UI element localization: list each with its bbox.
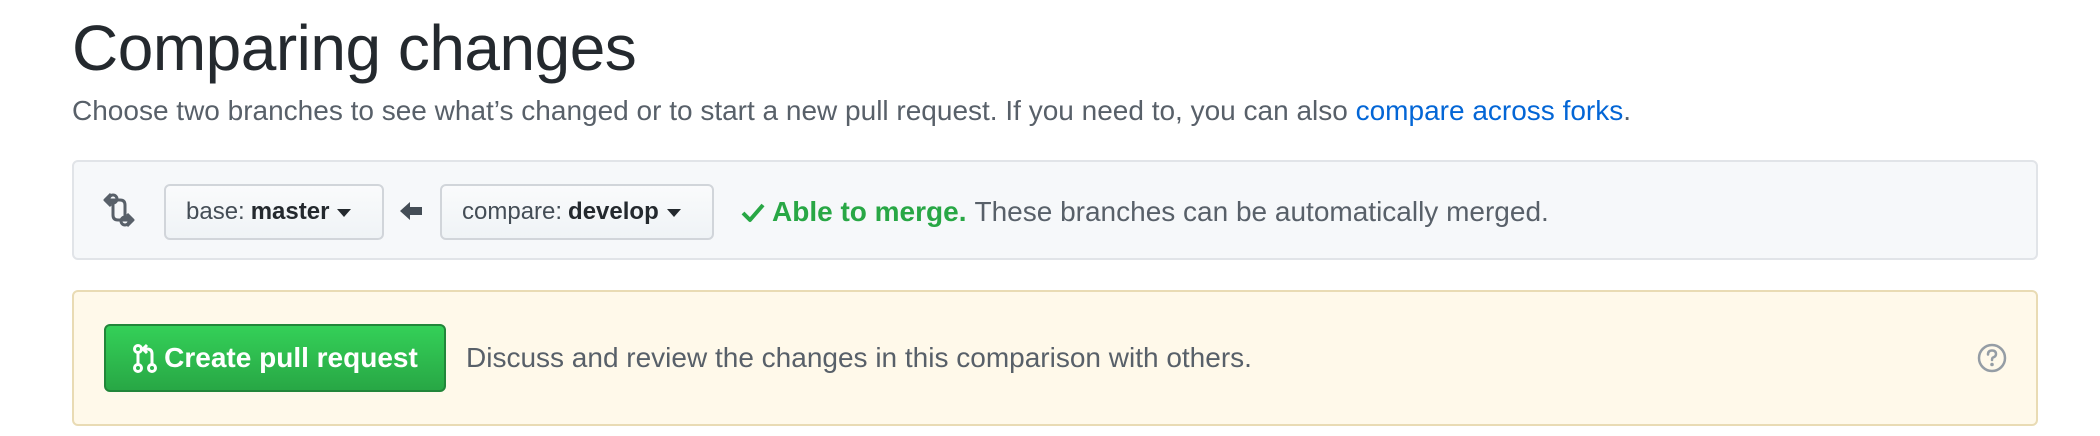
- caret-down-icon: [666, 209, 681, 217]
- git-pull-request-icon: [133, 343, 158, 373]
- compare-branch-select[interactable]: compare: develop: [440, 184, 714, 240]
- compare-branch-name: develop: [568, 198, 659, 225]
- compare-across-forks-link[interactable]: compare across forks: [1356, 95, 1624, 126]
- arrow-left-icon: [400, 202, 422, 220]
- subtitle-text: Choose two branches to see what’s change…: [72, 95, 1356, 126]
- check-icon: [741, 203, 765, 222]
- base-branch-prefix: base:: [186, 198, 245, 225]
- merge-status-ok: Able to merge.: [772, 196, 967, 227]
- caret-down-icon: [337, 209, 352, 217]
- page-subtitle: Choose two branches to see what’s change…: [72, 91, 1631, 131]
- git-compare-icon: [103, 192, 135, 228]
- merge-status: Able to merge. These branches can be aut…: [740, 190, 1549, 234]
- compare-page: Comparing changes Choose two branches to…: [0, 0, 2100, 436]
- create-pull-request-button[interactable]: Create pull request: [104, 324, 446, 392]
- pr-description: Discuss and review the changes in this c…: [466, 342, 1252, 373]
- merge-status-detail: These branches can be automatically merg…: [974, 196, 1549, 227]
- base-branch-select[interactable]: base: master: [164, 184, 384, 240]
- page-title: Comparing changes: [72, 12, 637, 84]
- range-editor: base: master compare: develop Able to me…: [72, 160, 2038, 260]
- create-pr-box: Create pull request Discuss and review t…: [72, 290, 2038, 426]
- create-pull-request-label: Create pull request: [164, 342, 418, 373]
- subtitle-suffix: .: [1623, 95, 1632, 126]
- compare-branch-prefix: compare:: [462, 198, 563, 225]
- question-icon[interactable]: [1976, 342, 2008, 374]
- base-branch-name: master: [250, 198, 330, 225]
